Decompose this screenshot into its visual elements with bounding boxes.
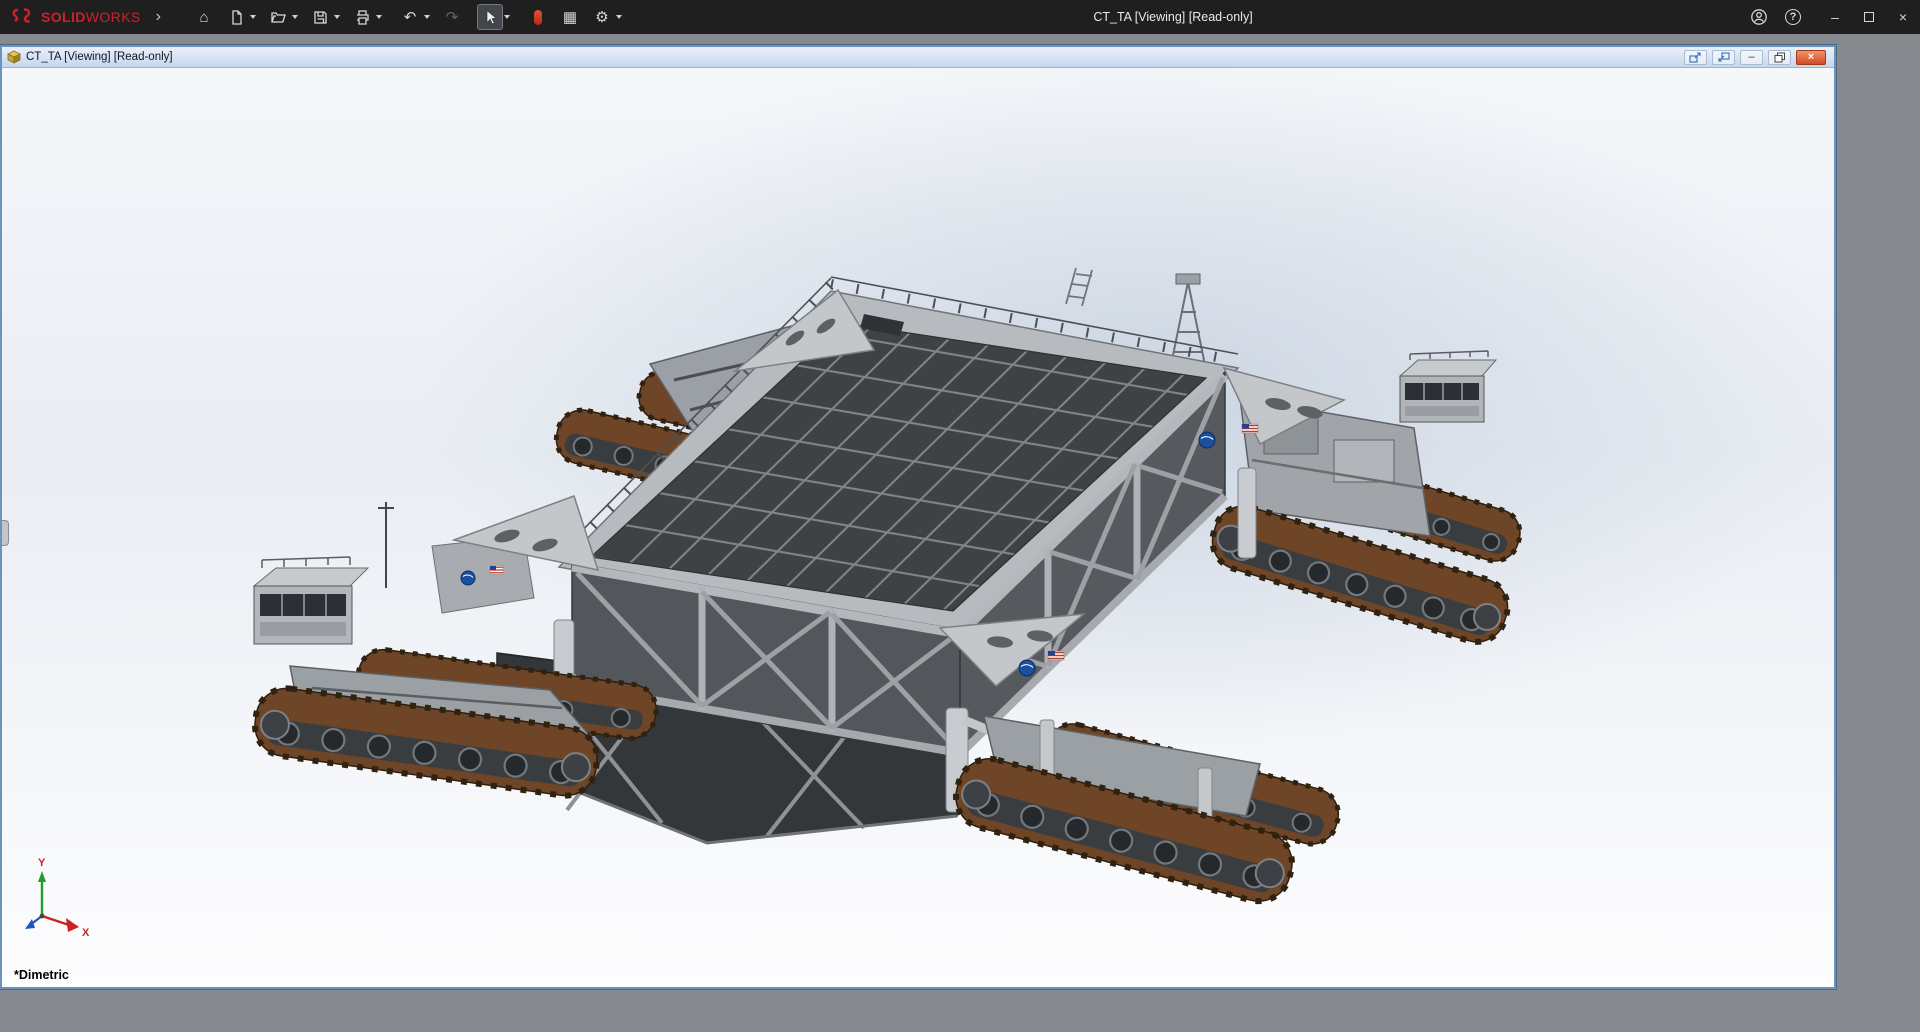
nasa-meatball-logo: [1018, 659, 1036, 677]
front-operator-cab[interactable]: [252, 502, 394, 645]
record-indicator-icon: [534, 9, 542, 25]
minimize-icon: –: [1831, 9, 1839, 25]
print-button[interactable]: [349, 4, 375, 30]
app-close-button[interactable]: ×: [1886, 0, 1920, 34]
open-folder-icon: [270, 11, 286, 23]
solidworks-application: SOLIDWORKS › ⌂ ↶ ↷ ▦ ⚙ CT_TA [Viewing] […: [0, 0, 1920, 1032]
design-table-button[interactable]: ▦: [557, 4, 583, 30]
save-dropdown-caret-icon[interactable]: [334, 15, 340, 19]
open-dropdown-caret-icon[interactable]: [292, 15, 298, 19]
help-button[interactable]: ?: [1776, 0, 1810, 34]
view-orientation-label: *Dimetric: [14, 968, 69, 982]
solidworks-logo-icon: [12, 8, 31, 23]
nasa-meatball-logo: [460, 570, 476, 586]
help-icon: ?: [1785, 9, 1801, 25]
close-icon: ×: [1898, 9, 1908, 25]
document-titlebar[interactable]: CT_TA [Viewing] [Read-only] – ×: [2, 47, 1834, 68]
antenna-mast: [378, 502, 394, 588]
select-dropdown-caret-icon[interactable]: [504, 15, 510, 19]
x-axis-arrow-icon: [66, 918, 79, 932]
nasa-meatball-logo: [1198, 431, 1216, 449]
save-button[interactable]: [307, 4, 333, 30]
doc-dock-button[interactable]: [1684, 49, 1707, 65]
dock-window-icon: [1689, 51, 1701, 63]
y-axis-arrow-icon: [38, 871, 46, 882]
options-gear-icon: ⚙: [595, 9, 609, 26]
us-flag-icon: [1047, 650, 1065, 661]
user-account-icon: [1751, 9, 1767, 25]
rear-operator-cab[interactable]: [1398, 350, 1498, 423]
z-axis-arrow-icon: [25, 919, 35, 929]
solidworks-brand: SOLIDWORKS ›: [0, 7, 161, 27]
redo-button[interactable]: ↷: [439, 4, 465, 30]
us-flag-icon: [1241, 423, 1259, 434]
undock-window-icon: [1718, 51, 1730, 62]
new-dropdown-caret-icon[interactable]: [250, 15, 256, 19]
options-dropdown-caret-icon[interactable]: [616, 15, 622, 19]
y-axis-label: Y: [38, 857, 46, 869]
feature-pane-splitter-tab[interactable]: [2, 520, 9, 546]
new-document-icon: [231, 9, 242, 25]
x-axis-label: X: [82, 927, 90, 939]
document-window-controls: – ×: [1684, 49, 1829, 65]
open-button[interactable]: [265, 4, 291, 30]
options-button[interactable]: ⚙: [589, 4, 615, 30]
record-indicator-button[interactable]: [525, 4, 551, 30]
print-icon: [356, 9, 369, 25]
print-dropdown-caret-icon[interactable]: [376, 15, 382, 19]
doc-undock-button[interactable]: [1712, 49, 1735, 65]
undo-dropdown-caret-icon[interactable]: [424, 15, 430, 19]
mdi-background: CT_TA [Viewing] [Read-only] – × Y X *Dim…: [0, 34, 1920, 1032]
new-document-button[interactable]: [223, 4, 249, 30]
doc-restore-icon: [1774, 52, 1785, 62]
graphics-viewport[interactable]: Y X *Dimetric: [2, 68, 1834, 987]
app-minimize-button[interactable]: –: [1818, 0, 1852, 34]
quick-access-toolbar: ⌂ ↶ ↷ ▦ ⚙: [191, 4, 625, 30]
brand-expand-chevron-icon[interactable]: ›: [156, 8, 161, 26]
doc-close-icon: ×: [1807, 50, 1815, 63]
us-flag-icon: [489, 565, 504, 575]
doc-restore-button[interactable]: [1768, 49, 1791, 65]
home-icon: ⌂: [199, 8, 209, 26]
save-icon: [313, 10, 327, 24]
select-pointer-icon: [486, 9, 497, 25]
crawler-truck-front-right[interactable]: [949, 715, 1344, 908]
user-account-button[interactable]: [1742, 0, 1776, 34]
app-titlebar: SOLIDWORKS › ⌂ ↶ ↷ ▦ ⚙ CT_TA [Viewing] […: [0, 0, 1920, 34]
home-button[interactable]: ⌂: [191, 4, 217, 30]
document-title: CT_TA [Viewing] [Read-only]: [26, 51, 173, 63]
doc-minimize-icon: –: [1748, 50, 1755, 63]
redo-icon: ↷: [445, 9, 459, 26]
table-icon: ▦: [562, 9, 578, 26]
select-tool-button[interactable]: [477, 4, 503, 30]
model-canvas[interactable]: Y X: [2, 68, 1834, 987]
undo-icon: ↶: [403, 9, 417, 26]
doc-close-button[interactable]: ×: [1796, 49, 1826, 65]
app-maximize-button[interactable]: [1852, 0, 1886, 34]
brand-wordmark: SOLIDWORKS: [41, 9, 141, 25]
active-document-title: CT_TA [Viewing] [Read-only]: [1093, 10, 1253, 24]
orientation-triad[interactable]: Y X: [25, 857, 90, 939]
document-window: CT_TA [Viewing] [Read-only] – × Y X *Dim…: [0, 45, 1836, 989]
maximize-icon: [1864, 12, 1874, 22]
titlebar-right-controls: ? – ×: [1742, 0, 1920, 34]
undo-button[interactable]: ↶: [397, 4, 423, 30]
doc-minimize-button[interactable]: –: [1740, 49, 1763, 65]
part-document-icon: [7, 50, 21, 64]
